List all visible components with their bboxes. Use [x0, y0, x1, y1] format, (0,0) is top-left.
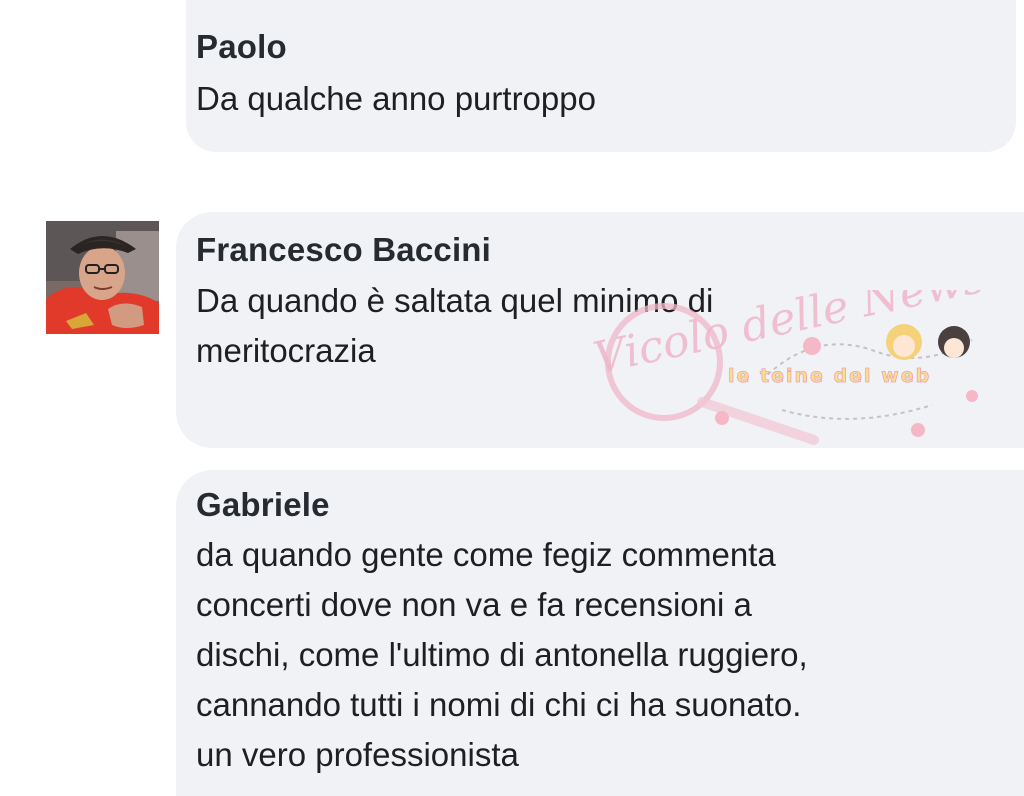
comment-author[interactable]: Paolo — [196, 28, 287, 66]
comment-text: Da quando è saltata quel minimo di merit… — [196, 282, 714, 369]
avatar[interactable] — [46, 221, 159, 334]
comment-author[interactable]: Francesco Baccini — [196, 231, 491, 269]
profile-photo-icon — [46, 221, 159, 334]
comment-text: da quando gente come fegiz commenta conc… — [196, 536, 808, 773]
comment-author[interactable]: Gabriele — [196, 486, 330, 524]
comment-text: Da qualche anno purtroppo — [196, 80, 596, 117]
